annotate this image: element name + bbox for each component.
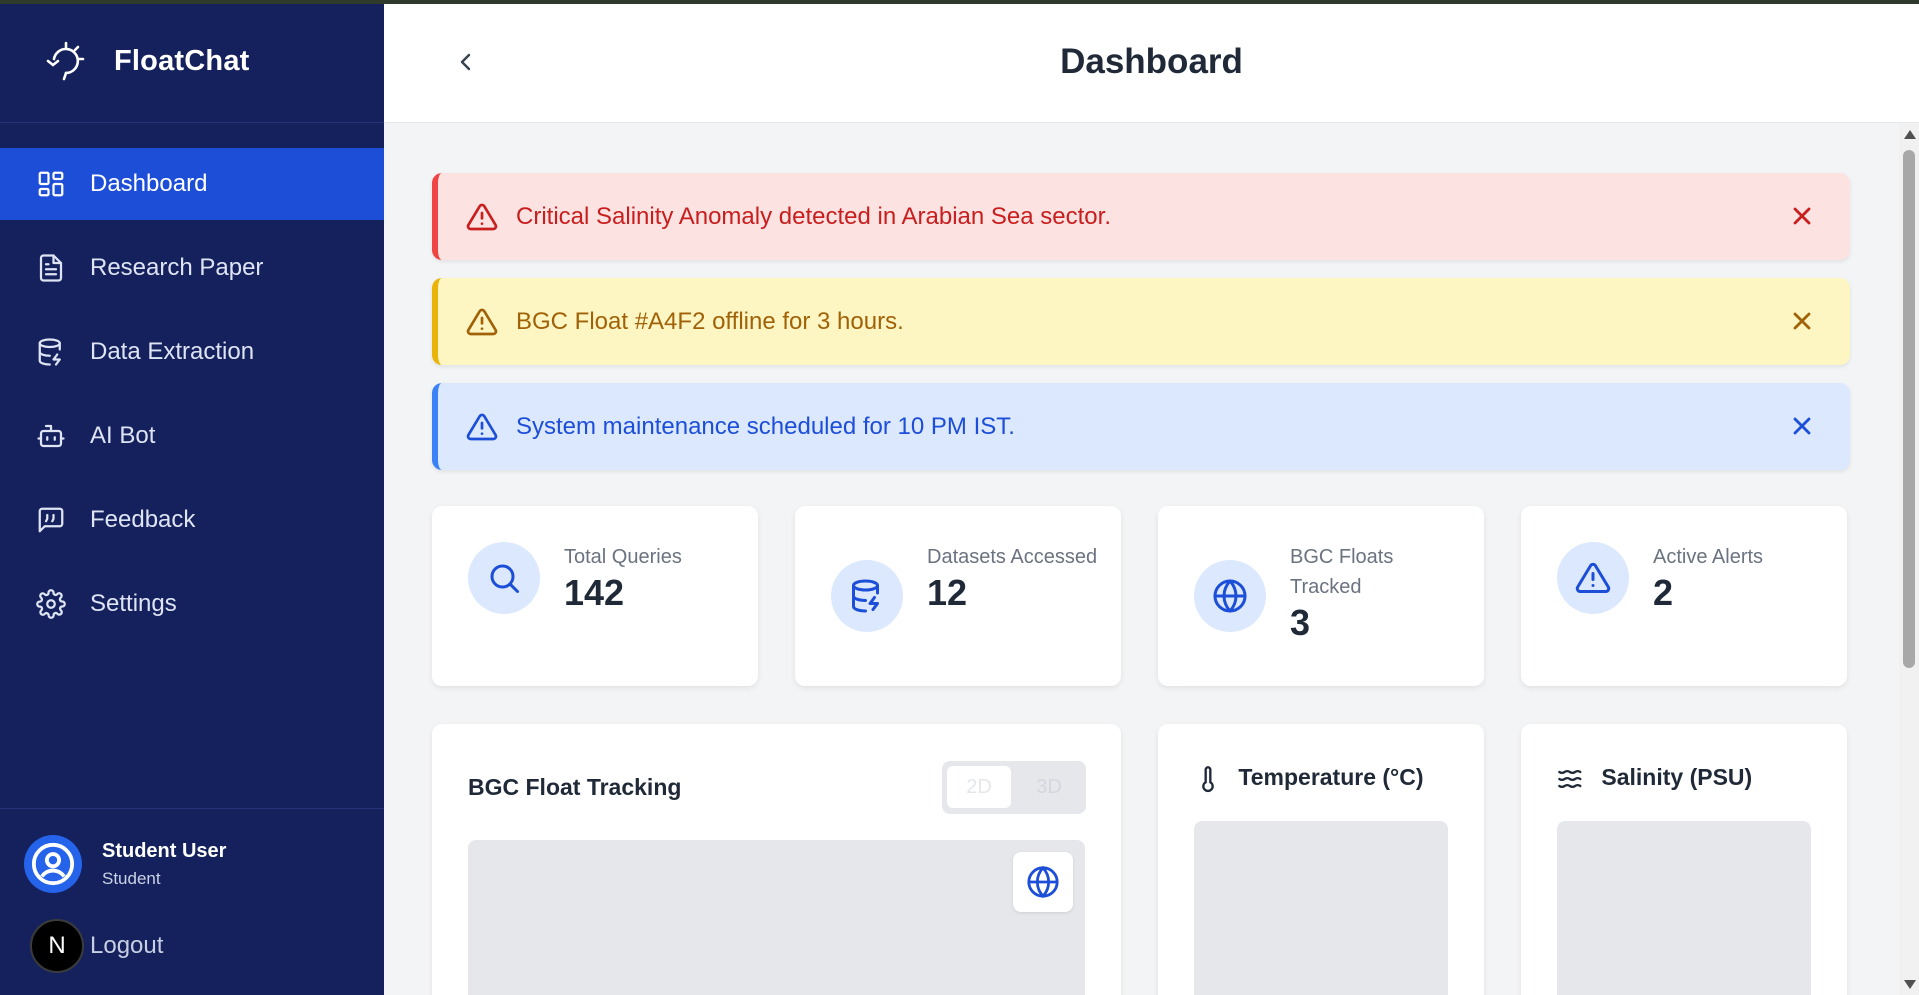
- stat-label: Datasets Accessed: [927, 546, 1098, 568]
- stat-icon-wrap: [1194, 560, 1266, 632]
- sidebar-item-label: Settings: [90, 590, 177, 617]
- warning-triangle-icon: [466, 203, 498, 230]
- toggle-3d[interactable]: 3D: [1017, 766, 1081, 808]
- brand[interactable]: FloatChat: [0, 0, 384, 123]
- user-role: Student: [102, 868, 161, 888]
- close-icon: [1793, 207, 1811, 225]
- sidebar-item-research-paper[interactable]: Research Paper: [0, 232, 384, 304]
- scrollbar-thumb[interactable]: [1903, 150, 1915, 668]
- scroll-down-arrow-icon[interactable]: [1904, 980, 1916, 989]
- globe-icon: [1027, 865, 1059, 899]
- sidebar-item-data-extraction[interactable]: Data Extraction: [0, 316, 384, 388]
- alert-warning: BGC Float #A4F2 offline for 3 hours.: [432, 278, 1850, 365]
- app-name: FloatChat: [114, 44, 250, 77]
- user-name: Student User: [102, 839, 227, 862]
- salinity-chart-area: [1557, 821, 1811, 995]
- vertical-scrollbar[interactable]: [1899, 124, 1919, 995]
- database-bolt-icon: [852, 579, 879, 613]
- sidebar-item-settings[interactable]: Settings: [0, 568, 384, 640]
- globe-button[interactable]: [1013, 852, 1073, 912]
- user-profile[interactable]: Student User Student: [24, 835, 226, 893]
- sidebar-item-dashboard[interactable]: Dashboard: [0, 148, 384, 220]
- stat-icon-wrap: [468, 542, 540, 614]
- stat-value: 142: [564, 572, 625, 613]
- panel-title: Temperature (°C): [1238, 764, 1424, 790]
- page-title: Dashboard: [1060, 42, 1243, 81]
- sidebar-item-label: Data Extraction: [90, 338, 255, 365]
- document-icon: [39, 254, 63, 282]
- globe-icon: [1213, 579, 1247, 613]
- alert-text: BGC Float #A4F2 offline for 3 hours.: [516, 307, 904, 335]
- waves-icon: [1558, 769, 1582, 788]
- sidebar-item-label: Dashboard: [90, 170, 208, 197]
- logo-icon: [46, 41, 85, 81]
- stat-card-active-alerts: Active Alerts 2: [1521, 506, 1847, 686]
- alert-text: Critical Salinity Anomaly detected in Ar…: [516, 202, 1111, 230]
- alert-close-button[interactable]: [1788, 307, 1816, 335]
- warning-triangle-icon: [1575, 562, 1611, 593]
- stat-icon-wrap: [831, 560, 903, 632]
- temperature-panel: Temperature (°C): [1158, 724, 1484, 995]
- sidebar-nav: Dashboard Research Paper Data Extraction…: [0, 148, 384, 652]
- stat-label: Active Alerts: [1653, 546, 1764, 568]
- user-circle-icon: [31, 842, 75, 886]
- sidebar-item-ai-bot[interactable]: AI Bot: [0, 400, 384, 472]
- stat-card-total-queries: Total Queries 142: [432, 506, 758, 686]
- alert-close-button[interactable]: [1788, 412, 1816, 440]
- logout-label: Logout: [90, 932, 164, 959]
- stat-card-bgc-floats: BGC Floats Tracked 3: [1158, 506, 1484, 686]
- alert-info: System maintenance scheduled for 10 PM I…: [432, 383, 1850, 470]
- scroll-up-arrow-icon[interactable]: [1904, 130, 1916, 139]
- sidebar-item-feedback[interactable]: Feedback: [0, 484, 384, 556]
- temperature-chart-area: [1194, 821, 1448, 995]
- robot-icon: [37, 424, 65, 448]
- warning-triangle-icon: [466, 413, 498, 440]
- stat-value: 3: [1290, 602, 1311, 643]
- stat-card-datasets-accessed: Datasets Accessed 12: [795, 506, 1121, 686]
- alert-text: System maintenance scheduled for 10 PM I…: [516, 412, 1015, 440]
- toggle-2d[interactable]: 2D: [947, 766, 1011, 808]
- close-icon: [1793, 312, 1811, 330]
- panel-title-wrap: Salinity (PSU): [1557, 764, 1752, 793]
- sidebar: FloatChat Dashboard Research Paper Data …: [0, 0, 384, 995]
- chat-quote-icon: [38, 507, 64, 533]
- map-area[interactable]: [468, 840, 1085, 995]
- salinity-panel: Salinity (PSU): [1521, 724, 1847, 995]
- sidebar-item-label: AI Bot: [90, 422, 156, 449]
- panel-title: BGC Float Tracking: [468, 774, 682, 800]
- alert-close-button[interactable]: [1788, 202, 1816, 230]
- logout-button[interactable]: N Logout: [30, 919, 163, 973]
- stat-value: 2: [1653, 572, 1674, 613]
- view-toggle: 2D 3D: [942, 761, 1086, 814]
- main-content: Critical Salinity Anomaly detected in Ar…: [384, 124, 1899, 995]
- float-tracking-panel: BGC Float Tracking 2D 3D: [432, 724, 1121, 995]
- stat-icon-wrap: [1557, 542, 1629, 614]
- browser-top-border: [0, 0, 1919, 4]
- search-icon: [490, 564, 519, 593]
- next-badge[interactable]: N: [30, 919, 84, 973]
- close-icon: [1793, 417, 1811, 435]
- stat-label: Total Queries: [564, 546, 682, 568]
- stat-value: 12: [927, 572, 968, 613]
- sidebar-item-label: Research Paper: [90, 254, 264, 281]
- stat-label: BGC Floats Tracked: [1290, 546, 1394, 598]
- panel-title: Salinity (PSU): [1601, 764, 1753, 790]
- alert-critical: Critical Salinity Anomaly detected in Ar…: [432, 173, 1850, 260]
- database-icon: [38, 338, 61, 366]
- sidebar-item-label: Feedback: [90, 506, 196, 533]
- warning-triangle-icon: [466, 308, 498, 335]
- top-header: Dashboard: [384, 0, 1919, 123]
- panel-title-wrap: Temperature (°C): [1194, 764, 1424, 793]
- gear-icon: [36, 589, 66, 619]
- sidebar-footer: Student User Student N Logout: [0, 808, 384, 995]
- dashboard-grid-icon: [38, 171, 64, 197]
- thermometer-icon: [1202, 766, 1214, 793]
- avatar: [24, 835, 82, 893]
